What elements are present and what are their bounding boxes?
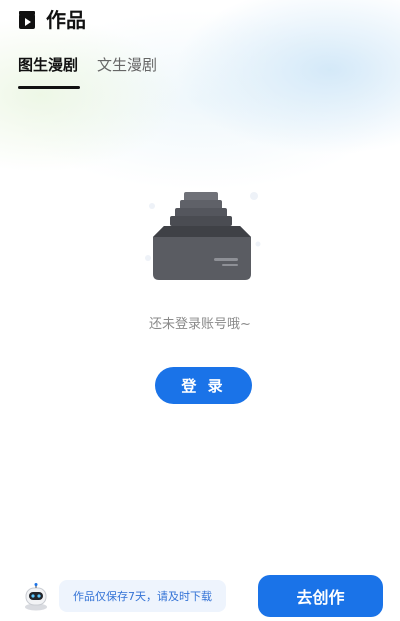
header: 作品 <box>0 0 400 44</box>
clapperboard-icon <box>18 10 36 30</box>
create-button[interactable]: 去创作 <box>258 575 383 617</box>
tab-image-to-comic[interactable]: 图生漫剧 <box>18 54 78 76</box>
tab-text-to-comic[interactable]: 文生漫剧 <box>97 54 157 76</box>
login-button[interactable]: 登 录 <box>155 367 252 404</box>
notice-bubble: 作品仅保存7天，请及时下载 <box>59 580 226 612</box>
empty-inbox-illustration <box>140 182 264 286</box>
active-tab-indicator <box>18 86 80 89</box>
page-title: 作品 <box>46 8 86 32</box>
not-logged-in-message: 还未登录账号哦~ <box>149 317 251 332</box>
tab-bar: 图生漫剧 文生漫剧 <box>0 50 400 90</box>
robot-avatar-icon <box>23 583 49 611</box>
